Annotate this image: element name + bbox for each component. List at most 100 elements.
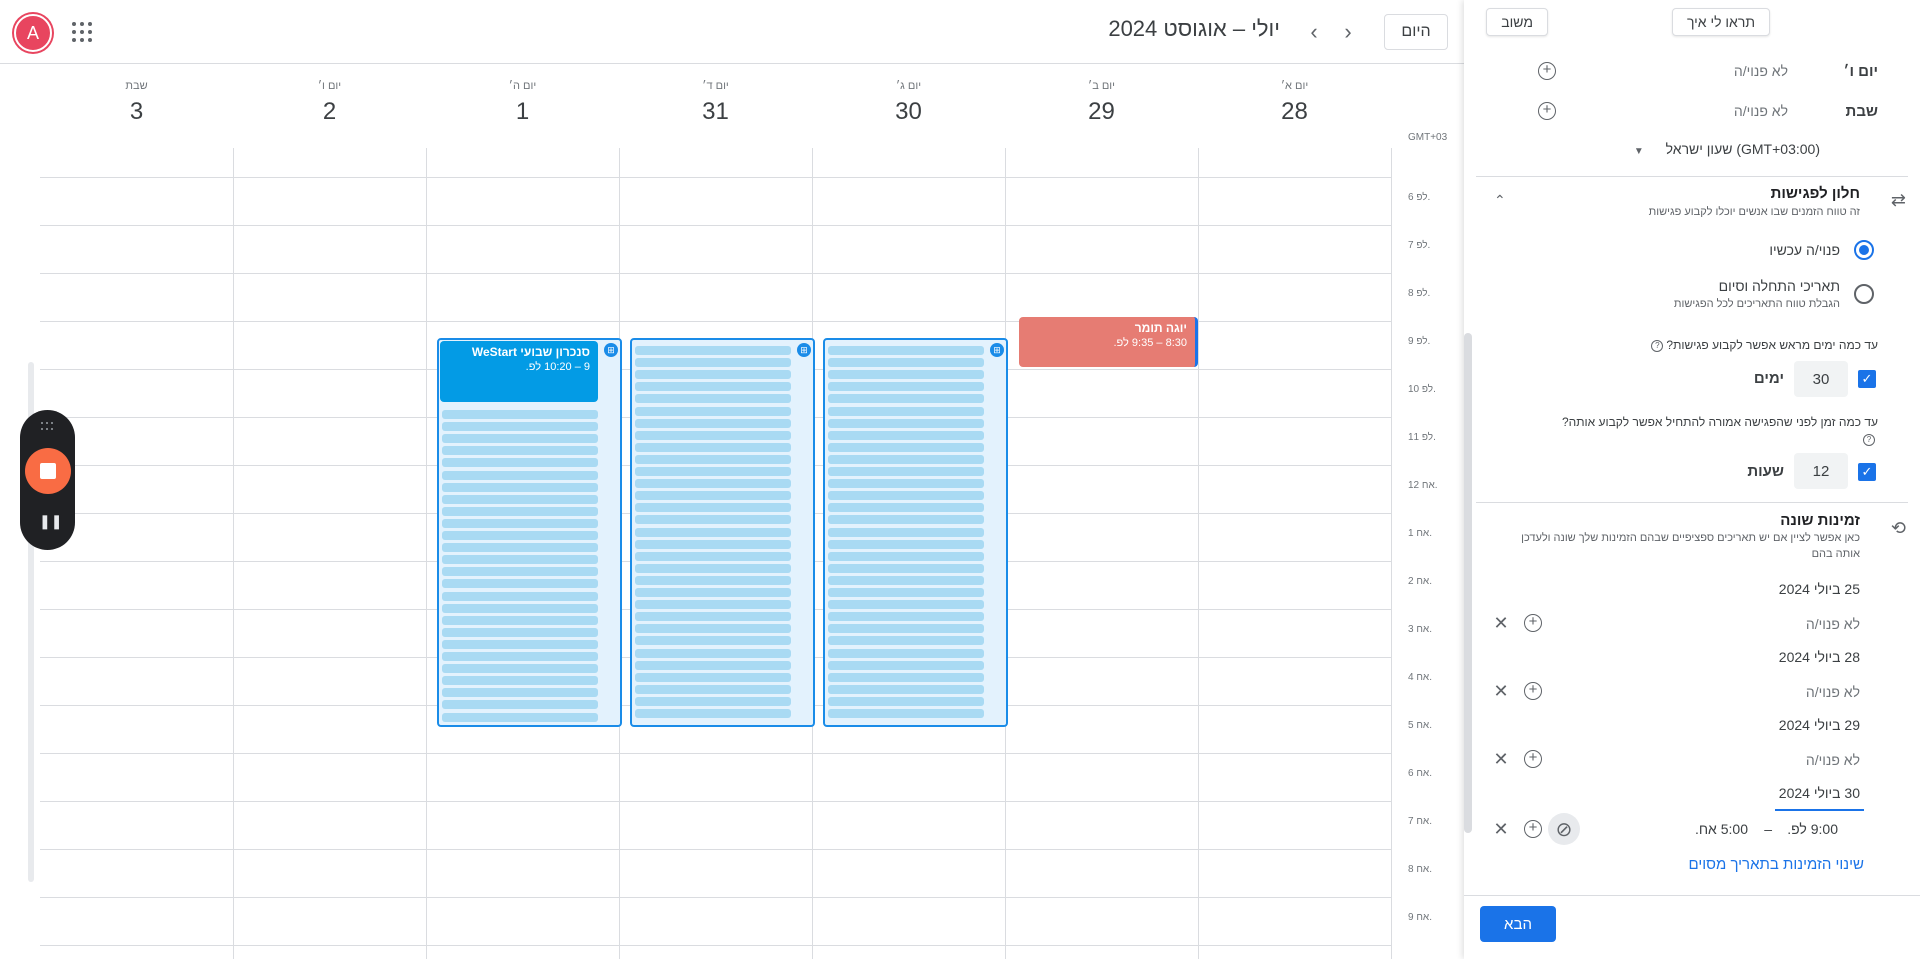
feedback-button[interactable]: משוב [1486,8,1548,36]
availability-slot[interactable] [828,539,984,549]
availability-slot[interactable] [828,527,984,537]
show-me-how-button[interactable]: תראו לי איך [1671,8,1770,36]
availability-slot[interactable] [828,467,984,476]
availability-slot[interactable] [635,672,791,682]
availability-slot[interactable] [442,639,598,649]
availability-slot[interactable] [442,688,598,698]
availability-slot[interactable] [635,370,791,380]
availability-slot[interactable] [442,555,598,565]
availability-slot[interactable] [635,575,791,585]
collapse-chevron-icon[interactable]: ⌃ [1494,192,1506,209]
timezone-select[interactable]: (GMT+03:00) שעון ישראל ▼ [1634,141,1820,157]
prev-week-chevron-icon[interactable]: ‹ [1300,18,1328,46]
availability-slot[interactable] [828,600,984,610]
availability-slot[interactable] [442,482,598,492]
availability-slot[interactable] [635,442,791,452]
availability-slot[interactable] [635,346,791,355]
availability-slot[interactable] [442,676,598,686]
day-header[interactable]: יום ב׳ 29 [1005,64,1198,146]
availability-slot[interactable] [635,491,791,501]
availability-slot[interactable] [828,454,984,464]
override-start-time[interactable]: 9:00 לפ. [1787,821,1838,837]
availability-slot[interactable] [828,503,984,513]
override-date[interactable]: 25 ביולי 2024 [1779,581,1860,597]
day-header[interactable]: יום א׳ 28 [1198,64,1391,146]
panel-scrollbar[interactable] [1464,333,1472,833]
add-hours-icon[interactable]: + [1538,62,1556,80]
availability-slot[interactable] [828,551,984,561]
availability-slot[interactable] [635,600,791,610]
add-hours-icon[interactable]: + [1524,682,1542,700]
availability-slot[interactable] [635,709,791,718]
availability-slot[interactable] [828,370,984,380]
day-number[interactable]: 1 [426,98,619,126]
availability-slot[interactable] [442,494,598,504]
calendar-event[interactable]: סנכרון שבועי WeStart 9 – 10:20 לפ. [440,341,598,402]
availability-slot[interactable] [635,588,791,597]
day-header[interactable]: יום ה׳ 1 [426,64,619,146]
availability-slot[interactable] [442,518,598,528]
availability-block[interactable]: ⊞ [630,338,815,727]
day-number[interactable]: 29 [1005,98,1198,126]
calendar-event[interactable]: יוגה תומר 8:30 – 9:35 לפ. [1019,317,1198,367]
availability-slot[interactable] [442,700,598,710]
pause-icon[interactable]: ❚❚ [39,513,62,529]
availability-slot[interactable] [442,652,598,661]
availability-slot[interactable] [828,346,984,355]
remove-override-icon[interactable]: ✕ [1492,820,1510,838]
unavailable-toggle-icon[interactable]: ⊘ [1548,813,1580,845]
availability-slot[interactable] [635,479,791,489]
day-number[interactable]: 30 [812,98,1005,126]
day-header[interactable]: יום ג׳ 30 [812,64,1005,146]
availability-slot[interactable] [635,660,791,670]
change-availability-link[interactable]: שינוי הזמינות בתאריך מסוים [1688,856,1864,873]
availability-slot[interactable] [828,672,984,682]
add-hours-icon[interactable]: + [1524,614,1542,632]
availability-slot[interactable] [828,442,984,452]
availability-slot[interactable] [828,648,984,658]
availability-slot[interactable] [828,406,984,416]
availability-slot[interactable] [635,696,791,706]
help-icon[interactable]: ? [1651,339,1664,352]
override-end-time[interactable]: 5:00 אח. [1695,821,1748,837]
min-notice-checkbox[interactable]: ✓ [1858,463,1876,481]
radio-start-end-dates[interactable] [1854,284,1874,304]
availability-slot[interactable] [828,696,984,706]
availability-slot[interactable] [635,382,791,392]
apps-grid-icon[interactable] [70,20,94,44]
availability-slot[interactable] [828,636,984,646]
availability-slot[interactable] [828,684,984,694]
add-hours-icon[interactable]: + [1524,750,1542,768]
availability-block[interactable]: ⊞ [823,338,1008,727]
days-ahead-checkbox[interactable]: ✓ [1858,370,1876,388]
remove-override-icon[interactable]: ✕ [1492,614,1510,632]
availability-slot[interactable] [442,458,598,468]
availability-slot[interactable] [828,515,984,525]
availability-slot[interactable] [442,410,598,419]
availability-slot[interactable] [635,624,791,634]
day-number[interactable]: 2 [233,98,426,126]
availability-slot[interactable] [635,684,791,694]
availability-slot[interactable] [635,358,791,368]
availability-slot[interactable] [442,591,598,601]
day-header[interactable]: יום ד׳ 31 [619,64,812,146]
add-hours-icon[interactable]: + [1538,102,1556,120]
availability-slot[interactable] [828,358,984,368]
availability-slot[interactable] [442,470,598,480]
availability-slot[interactable] [442,615,598,625]
availability-slot[interactable] [828,382,984,392]
availability-slot[interactable] [635,394,791,404]
availability-slot[interactable] [828,479,984,489]
availability-slot[interactable] [635,430,791,440]
availability-slot[interactable] [635,563,791,573]
availability-slot[interactable] [635,648,791,658]
day-number[interactable]: 31 [619,98,812,126]
availability-slot[interactable] [442,603,598,613]
availability-slot[interactable] [635,515,791,525]
availability-slot[interactable] [635,551,791,561]
availability-slot[interactable] [635,636,791,646]
next-week-chevron-icon[interactable]: › [1334,18,1362,46]
availability-slot[interactable] [635,406,791,416]
availability-slot[interactable] [635,527,791,537]
availability-slot[interactable] [828,588,984,597]
